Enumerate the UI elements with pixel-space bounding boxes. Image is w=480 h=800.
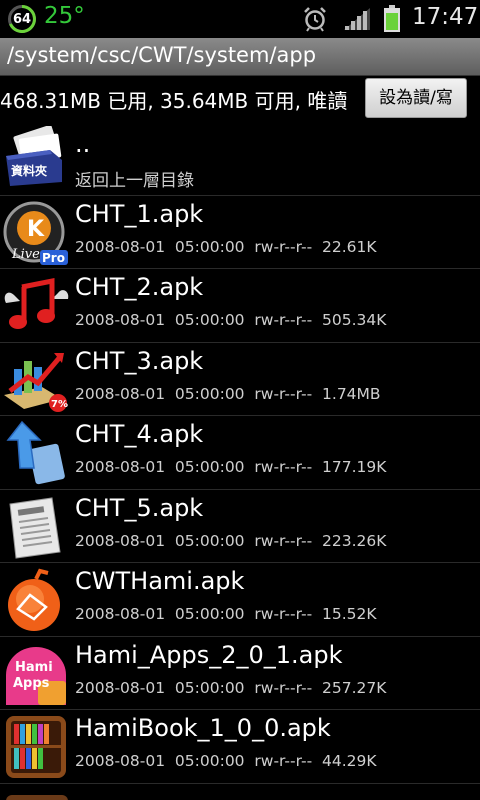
svg-text:7%: 7%	[51, 399, 68, 410]
bookshelf-icon	[2, 714, 70, 780]
file-name: CHT_5.apk	[75, 493, 204, 522]
svg-text:Live: Live	[11, 247, 40, 262]
file-name: HamiBook_1_0_0.apk	[75, 714, 331, 742]
file-list: 資料夾 .. 返回上一層目錄 K Live Pro CHT_1.apk 2008…	[0, 122, 480, 784]
parent-directory-label: 返回上一層目錄	[75, 171, 194, 191]
temperature-text: 25°	[44, 3, 85, 29]
set-read-write-button[interactable]: 設為讀/寫	[365, 78, 467, 118]
list-item-parent-directory[interactable]: 資料夾 .. 返回上一層目錄	[0, 122, 480, 196]
file-meta: 2008-08-01 05:00:00 rw-r--r-- 505.34K	[75, 311, 387, 329]
list-item-file[interactable]: K Live Pro CHT_1.apk 2008-08-01 05:00:00…	[0, 196, 480, 269]
file-name: CHT_4.apk	[75, 420, 204, 448]
list-item-file[interactable]: CHT_5.apk 2008-08-01 05:00:00 rw-r--r-- …	[0, 490, 480, 563]
path-header: /system/csc/CWT/system/app	[0, 38, 480, 76]
arrow-tablet-icon	[2, 420, 70, 486]
hami-apps-icon: Hami Apps	[2, 641, 70, 707]
newspaper-icon	[2, 494, 70, 560]
folder-icon: 資料夾	[2, 124, 70, 192]
file-name: CHT_2.apk	[75, 273, 204, 301]
file-meta: 2008-08-01 05:00:00 rw-r--r-- 257.27K	[75, 678, 387, 697]
svg-text:Pro: Pro	[42, 251, 65, 265]
file-meta: 2008-08-01 05:00:00 rw-r--r-- 44.29K	[75, 752, 377, 770]
list-item-file[interactable]: HamiBook_1_0_0.apk 2008-08-01 05:00:00 r…	[0, 710, 480, 784]
hami-orange-icon	[2, 567, 70, 633]
current-path: /system/csc/CWT/system/app	[7, 43, 317, 67]
signal-icon	[342, 6, 372, 32]
svg-text:資料夾: 資料夾	[11, 163, 47, 178]
storage-info-text: 468.31MB 已用, 35.64MB 可用, 唯讀	[0, 89, 348, 113]
battery-level-text: 64	[12, 12, 32, 27]
storage-info-bar: 468.31MB 已用, 35.64MB 可用, 唯讀 設為讀/寫	[0, 76, 480, 120]
file-meta: 2008-08-01 05:00:00 rw-r--r-- 22.61K	[75, 237, 377, 256]
svg-text:Apps: Apps	[13, 676, 50, 691]
alarm-clock-icon	[302, 6, 328, 32]
kkbox-live-icon: K Live Pro	[2, 200, 70, 266]
list-item-file[interactable]: Hami Apps Hami_Apps_2_0_1.apk 2008-08-01…	[0, 637, 480, 710]
music-note-icon	[2, 273, 70, 339]
battery-circle-icon: 64	[6, 5, 38, 33]
status-bar: 64 25° 17:47	[0, 0, 480, 38]
file-meta: 2008-08-01 05:00:00 rw-r--r-- 223.26K	[75, 531, 387, 550]
list-item-file[interactable]: CHT_2.apk 2008-08-01 05:00:00 rw-r--r-- …	[0, 269, 480, 343]
list-item-file[interactable]: CWTHami.apk 2008-08-01 05:00:00 rw-r--r-…	[0, 563, 480, 637]
file-name: CHT_3.apk	[75, 346, 204, 375]
file-meta: 2008-08-01 05:00:00 rw-r--r-- 15.52K	[75, 605, 377, 623]
battery-icon	[383, 5, 401, 33]
list-item-file[interactable]: 7% CHT_3.apk 2008-08-01 05:00:00 rw-r--r…	[0, 343, 480, 416]
svg-text:K: K	[27, 217, 45, 242]
svg-text:Hami: Hami	[15, 660, 53, 675]
stock-chart-icon: 7%	[2, 347, 70, 413]
file-name: CHT_1.apk	[75, 199, 204, 228]
file-meta: 2008-08-01 05:00:00 rw-r--r-- 177.19K	[75, 458, 387, 476]
partial-list-item	[0, 789, 480, 800]
file-meta: 2008-08-01 05:00:00 rw-r--r-- 1.74MB	[75, 384, 381, 403]
clock-text: 17:47	[412, 4, 479, 30]
file-name: ..	[75, 130, 91, 158]
file-name: Hami_Apps_2_0_1.apk	[75, 640, 343, 669]
file-name: CWTHami.apk	[75, 567, 245, 595]
list-item-file[interactable]: CHT_4.apk 2008-08-01 05:00:00 rw-r--r-- …	[0, 416, 480, 490]
